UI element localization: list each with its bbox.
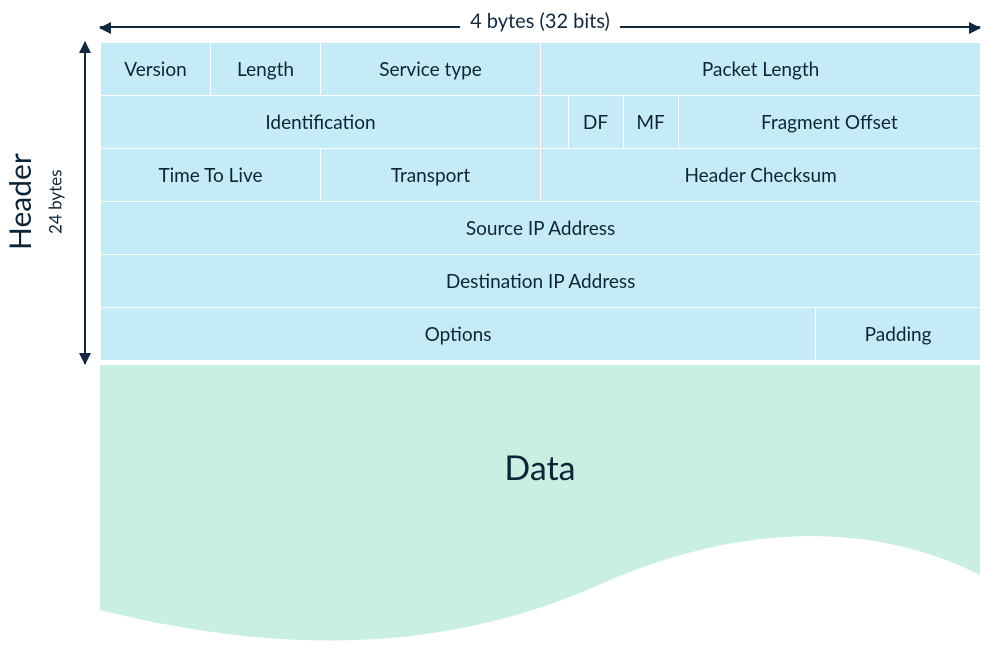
header-field: Fragment Offset [678, 96, 981, 149]
payload-area: Data [100, 365, 980, 660]
header-row: VersionLengthService typePacket Length [101, 43, 981, 96]
header-field: Packet Length [541, 43, 981, 96]
height-dimension-label: 24 bytes [40, 62, 70, 342]
payload-label: Data [100, 447, 980, 488]
header-field: MF [623, 96, 678, 149]
header-field: Version [101, 43, 211, 96]
header-row: OptionsPadding [101, 308, 981, 361]
header-field: Source IP Address [101, 202, 981, 255]
header-field: Service type [321, 43, 541, 96]
header-field: Length [211, 43, 321, 96]
header-fields-grid: VersionLengthService typePacket LengthId… [100, 42, 981, 361]
height-dimension: Header 24 bytes [0, 42, 100, 362]
header-field: DF [568, 96, 623, 149]
header-field: Options [101, 308, 816, 361]
header-row: Identification DFMFFragment Offset [101, 96, 981, 149]
header-field: Header Checksum [541, 149, 981, 202]
width-dimension: 4 bytes (32 bits) [100, 0, 980, 42]
header-field: Destination IP Address [101, 255, 981, 308]
header-field: Identification [101, 96, 541, 149]
width-dimension-label: 4 bytes (32 bits) [460, 9, 620, 33]
header-row: Destination IP Address [101, 255, 981, 308]
header-field: Time To Live [101, 149, 321, 202]
payload-shape [100, 365, 980, 660]
ip-header-diagram: 4 bytes (32 bits) Header 24 bytes Versio… [0, 0, 1000, 661]
header-row: Time To LiveTransportHeader Checksum [101, 149, 981, 202]
header-row: Source IP Address [101, 202, 981, 255]
header-field [541, 96, 569, 149]
header-field: Transport [321, 149, 541, 202]
header-field: Padding [816, 308, 981, 361]
header-section-label: Header [0, 62, 40, 342]
height-arrow [84, 42, 86, 364]
